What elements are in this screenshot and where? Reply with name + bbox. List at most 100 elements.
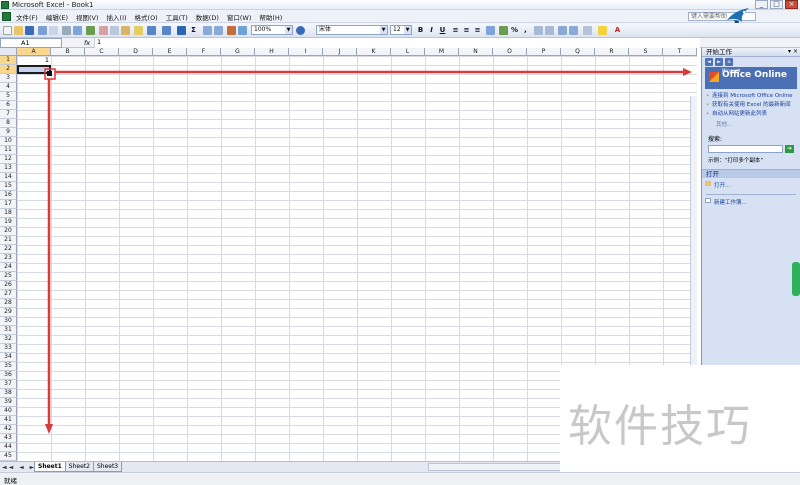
task-pane-scroll-handle[interactable] xyxy=(792,262,800,296)
print-icon[interactable] xyxy=(62,26,71,35)
chart-wizard-icon[interactable] xyxy=(227,26,236,35)
zoom-select[interactable]: 100% ▼ xyxy=(251,25,293,35)
column-header-f[interactable]: F xyxy=(187,48,221,56)
column-header-s[interactable]: S xyxy=(629,48,663,56)
back-icon[interactable]: ◄ xyxy=(705,58,713,66)
link-auto-update[interactable]: 自动从网站更新此列表 xyxy=(706,111,796,117)
row-header-9[interactable]: 9 xyxy=(0,128,17,137)
comma-style-icon[interactable]: , xyxy=(521,26,530,35)
column-header-b[interactable]: B xyxy=(51,48,85,56)
insert-function-icon[interactable]: fx xyxy=(84,39,90,47)
sort-descending-icon[interactable] xyxy=(214,26,223,35)
row-header-21[interactable]: 21 xyxy=(0,236,17,245)
new-icon[interactable] xyxy=(3,26,12,35)
maximize-button[interactable]: □ xyxy=(770,0,783,9)
cell-a1[interactable]: 1 xyxy=(17,56,51,65)
row-header-35[interactable]: 35 xyxy=(0,362,17,371)
column-header-e[interactable]: E xyxy=(153,48,187,56)
sheet-tab-sheet3[interactable]: Sheet3 xyxy=(92,462,123,472)
align-center-icon[interactable]: ≡ xyxy=(462,26,471,35)
column-header-r[interactable]: R xyxy=(595,48,629,56)
menu-tools[interactable]: 工具(T) xyxy=(166,12,188,22)
task-pane-search-input[interactable] xyxy=(708,145,784,153)
menu-edit[interactable]: 编辑(E) xyxy=(46,12,68,22)
align-left-icon[interactable]: ≡ xyxy=(451,26,460,35)
autosum-icon[interactable]: Σ xyxy=(189,26,198,35)
column-header-i[interactable]: I xyxy=(289,48,323,56)
name-box[interactable]: A1 xyxy=(0,38,62,48)
row-header-7[interactable]: 7 xyxy=(0,110,17,119)
row-header-4[interactable]: 4 xyxy=(0,83,17,92)
menu-help[interactable]: 帮助(H) xyxy=(259,12,282,22)
column-header-n[interactable]: N xyxy=(459,48,493,56)
row-header-36[interactable]: 36 xyxy=(0,371,17,380)
menu-data[interactable]: 数据(D) xyxy=(196,12,219,22)
percent-icon[interactable]: % xyxy=(510,26,519,35)
task-pane-close-icon[interactable]: ▾ × xyxy=(788,48,798,56)
menu-view[interactable]: 视图(V) xyxy=(76,12,99,22)
row-header-40[interactable]: 40 xyxy=(0,407,17,416)
cell-a2-active[interactable] xyxy=(17,65,51,74)
column-header-h[interactable]: H xyxy=(255,48,289,56)
spelling-icon[interactable] xyxy=(86,26,95,35)
column-header-a[interactable]: A xyxy=(17,48,51,56)
link-excel-news[interactable]: 获取有关使用 Excel 的最新新闻 xyxy=(706,102,796,108)
row-header-8[interactable]: 8 xyxy=(0,119,17,128)
column-header-l[interactable]: L xyxy=(391,48,425,56)
decrease-indent-icon[interactable] xyxy=(558,26,567,35)
row-header-10[interactable]: 10 xyxy=(0,137,17,146)
row-header-1[interactable]: 1 xyxy=(0,56,17,65)
row-header-27[interactable]: 27 xyxy=(0,290,17,299)
borders-icon[interactable] xyxy=(583,26,592,35)
row-header-32[interactable]: 32 xyxy=(0,335,17,344)
redo-icon[interactable] xyxy=(162,26,171,35)
formula-input[interactable]: 1 xyxy=(94,38,700,48)
row-header-43[interactable]: 43 xyxy=(0,434,17,443)
row-header-13[interactable]: 13 xyxy=(0,164,17,173)
column-header-k[interactable]: K xyxy=(357,48,391,56)
search-go-icon[interactable]: ➔ xyxy=(785,145,794,153)
cut-icon[interactable] xyxy=(99,26,108,35)
currency-icon[interactable] xyxy=(499,26,508,35)
row-header-19[interactable]: 19 xyxy=(0,218,17,227)
decrease-decimal-icon[interactable] xyxy=(545,26,554,35)
row-header-44[interactable]: 44 xyxy=(0,443,17,452)
bold-button[interactable]: B xyxy=(416,26,425,35)
row-header-30[interactable]: 30 xyxy=(0,317,17,326)
row-header-14[interactable]: 14 xyxy=(0,173,17,182)
italic-button[interactable]: I xyxy=(427,26,436,35)
sheet-tab-sheet1[interactable]: Sheet1 xyxy=(34,462,66,472)
menu-insert[interactable]: 插入(I) xyxy=(107,12,127,22)
email-icon[interactable] xyxy=(49,26,58,35)
row-header-31[interactable]: 31 xyxy=(0,326,17,335)
link-connect-office-online[interactable]: 连接到 Microsoft Office Online xyxy=(706,93,796,99)
forward-icon[interactable]: ► xyxy=(715,58,723,66)
row-header-28[interactable]: 28 xyxy=(0,299,17,308)
row-header-37[interactable]: 37 xyxy=(0,380,17,389)
minimize-button[interactable]: _ xyxy=(755,0,768,9)
row-header-29[interactable]: 29 xyxy=(0,308,17,317)
paste-icon[interactable] xyxy=(121,26,130,35)
column-header-o[interactable]: O xyxy=(493,48,527,56)
fill-color-icon[interactable] xyxy=(598,26,607,35)
help-icon[interactable] xyxy=(296,26,305,35)
row-header-24[interactable]: 24 xyxy=(0,263,17,272)
copy-icon[interactable] xyxy=(110,26,119,35)
sort-ascending-icon[interactable] xyxy=(203,26,212,35)
row-header-39[interactable]: 39 xyxy=(0,398,17,407)
row-header-2[interactable]: 2 xyxy=(0,65,17,74)
row-header-41[interactable]: 41 xyxy=(0,416,17,425)
row-header-12[interactable]: 12 xyxy=(0,155,17,164)
row-header-38[interactable]: 38 xyxy=(0,389,17,398)
column-header-c[interactable]: C xyxy=(85,48,119,56)
row-header-42[interactable]: 42 xyxy=(0,425,17,434)
new-workbook-link[interactable]: 新建工作簿... xyxy=(702,195,800,206)
row-header-26[interactable]: 26 xyxy=(0,281,17,290)
column-header-j[interactable]: J xyxy=(323,48,357,56)
row-header-18[interactable]: 18 xyxy=(0,209,17,218)
font-color-icon[interactable]: A xyxy=(613,26,622,35)
row-header-20[interactable]: 20 xyxy=(0,227,17,236)
row-header-5[interactable]: 5 xyxy=(0,92,17,101)
row-header-34[interactable]: 34 xyxy=(0,353,17,362)
increase-indent-icon[interactable] xyxy=(569,26,578,35)
